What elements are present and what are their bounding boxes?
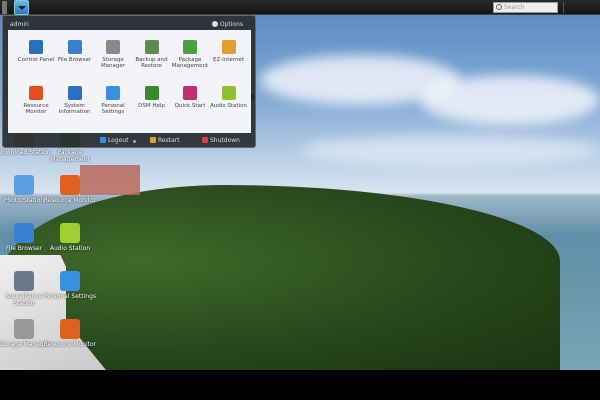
options-button[interactable]: Options — [211, 21, 243, 28]
package-icon — [183, 40, 197, 54]
chevron-down-icon — [17, 6, 26, 10]
taskbar-grip[interactable] — [2, 1, 7, 14]
taskbar: Search — [0, 0, 600, 15]
photo-station-icon — [14, 175, 34, 195]
desktop-shortcut-personal-settings[interactable]: Personal Settings — [40, 271, 100, 300]
app-label: Backup and Restore — [135, 57, 168, 69]
search-input[interactable]: Search — [493, 2, 558, 13]
app-label: System Information — [58, 103, 91, 115]
desktop-shortcut-audio-station[interactable]: Audio Station — [40, 223, 100, 252]
divider — [563, 2, 564, 13]
app-label: Control Panel — [17, 57, 55, 63]
shortcut-label: Personal Settings — [43, 293, 97, 300]
restart-button[interactable]: Restart — [150, 137, 180, 144]
shutdown-button[interactable]: Shutdown — [202, 137, 240, 144]
file-browser-icon — [67, 40, 82, 54]
logout-button[interactable]: Logout — [100, 137, 129, 144]
app-personal-settings[interactable]: Personal Settings — [93, 86, 133, 115]
app-quick-start[interactable]: Quick Start — [170, 86, 210, 109]
page-dot[interactable] — [133, 140, 136, 143]
desktop-shortcut-resource-monitor[interactable]: Resource Monitor — [40, 319, 100, 348]
personal-settings-icon — [106, 86, 120, 100]
file-browser-icon — [14, 223, 34, 243]
app-label: Personal Settings — [101, 103, 125, 115]
gear-icon — [211, 21, 218, 27]
app-label: File Browser — [57, 57, 92, 63]
shortcut-label: Package Management — [50, 149, 90, 163]
app-audio-station[interactable]: Audio Station — [209, 86, 249, 109]
surveillance-icon — [14, 271, 34, 291]
next-page-arrow-icon[interactable] — [251, 93, 255, 101]
logout-icon — [100, 137, 106, 143]
app-label: Storage Manager — [100, 57, 126, 69]
shortcut-label: Audio Station — [49, 245, 91, 252]
app-label: DSM Help — [138, 103, 165, 109]
app-panel: Control Panel File Browser Storage Manager… — [8, 30, 255, 143]
ez-internet-icon — [221, 40, 236, 54]
resource-monitor-icon — [60, 175, 80, 195]
app-label: Audio Station — [210, 103, 247, 109]
search-icon — [496, 4, 502, 10]
cloud — [300, 135, 600, 165]
control-panel-icon — [29, 40, 43, 54]
backup-restore-icon — [144, 40, 159, 54]
app-help[interactable]: DSM Help — [132, 86, 172, 109]
audio-station-icon — [221, 86, 236, 100]
restart-icon — [150, 137, 156, 143]
main-menu: admin Options Control Panel File Browser S… — [2, 15, 256, 148]
resource-monitor-icon — [29, 86, 43, 100]
app-package[interactable]: Package Management — [170, 40, 210, 69]
app-label: Quick Start — [174, 103, 206, 109]
app-backup-restore[interactable]: Backup and Restore — [132, 40, 172, 69]
info-icon — [67, 86, 82, 100]
audio-station-icon — [60, 223, 80, 243]
shortcut-label: Resource Monitor — [43, 197, 97, 204]
cloud — [420, 75, 600, 125]
shutdown-icon — [202, 137, 208, 143]
app-label: Package Management — [171, 57, 209, 69]
app-ez-internet[interactable]: EZ-Internet — [209, 40, 249, 63]
storage-manager-icon — [106, 40, 120, 54]
username: admin — [10, 21, 29, 28]
personal-settings-icon — [60, 271, 80, 291]
resource-monitor-icon — [60, 319, 80, 339]
desktop-shortcut-resource-monitor[interactable]: Resource Monitor — [40, 175, 100, 204]
app-control-panel[interactable]: Control Panel — [16, 40, 56, 63]
app-storage-manager[interactable]: Storage Manager — [93, 40, 133, 69]
app-file-browser[interactable]: File Browser — [55, 40, 95, 63]
app-resource-monitor[interactable]: Resource Monitor — [16, 86, 56, 115]
storage-manager-icon — [14, 319, 34, 339]
main-menu-button[interactable] — [14, 0, 29, 15]
bottom-bar — [0, 370, 600, 400]
app-label: EZ-Internet — [213, 57, 244, 63]
quick-start-icon — [183, 86, 197, 100]
app-info[interactable]: System Information — [55, 86, 95, 115]
shortcut-label: Resource Monitor — [43, 341, 97, 348]
app-label: Resource Monitor — [23, 103, 49, 115]
help-icon — [144, 86, 159, 100]
